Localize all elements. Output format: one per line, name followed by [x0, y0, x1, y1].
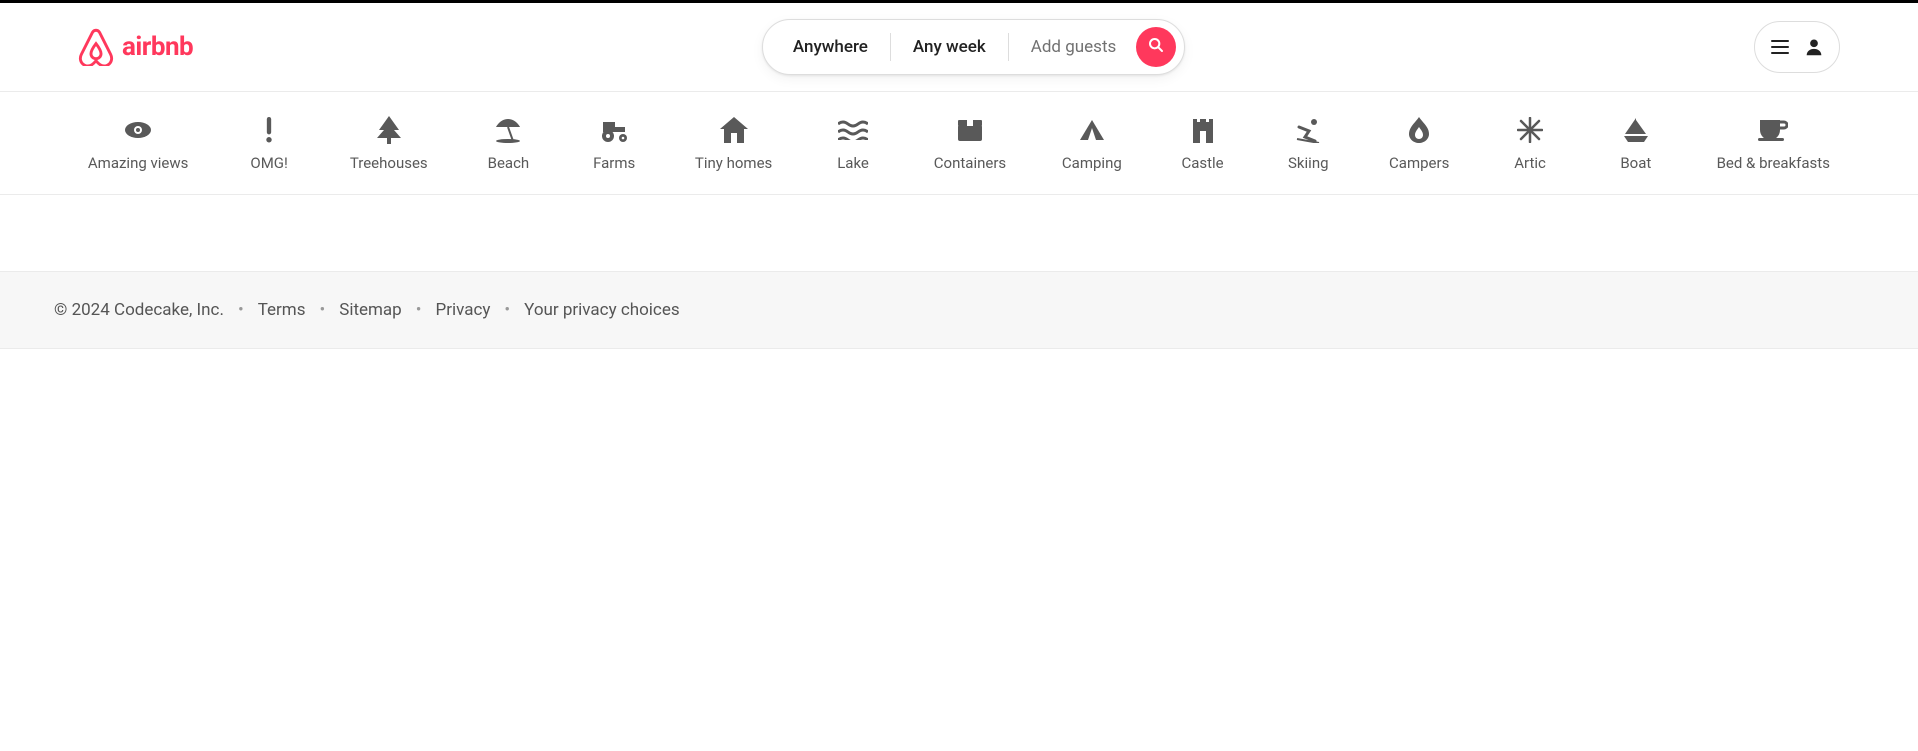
umbrella-icon: [494, 116, 522, 144]
castle-icon: [1191, 116, 1215, 144]
house-icon: [720, 116, 748, 144]
category-artic[interactable]: Artic: [1495, 112, 1565, 176]
category-label: Skiing: [1288, 154, 1329, 172]
category-farms[interactable]: Farms: [579, 112, 649, 176]
category-treehouses[interactable]: Treehouses: [340, 112, 438, 176]
category-skiing[interactable]: Skiing: [1273, 112, 1343, 176]
category-label: Camping: [1062, 154, 1122, 172]
search-who[interactable]: Add guests: [1009, 37, 1131, 57]
eye-icon: [123, 116, 153, 144]
category-label: Lake: [837, 154, 869, 172]
tent-icon: [1078, 116, 1106, 144]
user-menu[interactable]: [1754, 21, 1840, 73]
category-label: Beach: [488, 154, 530, 172]
snowflake-icon: [1517, 116, 1543, 144]
footer-link-privacy[interactable]: Privacy: [435, 300, 490, 320]
water-icon: [838, 116, 868, 144]
skiing-icon: [1295, 116, 1321, 144]
category-containers[interactable]: Containers: [924, 112, 1016, 176]
category-camping[interactable]: Camping: [1052, 112, 1132, 176]
exclamation-icon: [264, 116, 274, 144]
category-label: Farms: [593, 154, 635, 172]
search-bar: Anywhere Any week Add guests: [762, 19, 1185, 75]
hamburger-icon: [1771, 39, 1789, 55]
header: airbnb Anywhere Any week Add guests: [0, 3, 1918, 92]
search-when[interactable]: Any week: [891, 37, 1008, 57]
tree-icon: [377, 116, 401, 144]
category-bed-breakfasts[interactable]: Bed & breakfasts: [1707, 112, 1840, 176]
brand-logo[interactable]: airbnb: [78, 28, 193, 66]
category-label: Bed & breakfasts: [1717, 154, 1830, 172]
category-tiny-homes[interactable]: Tiny homes: [685, 112, 782, 176]
search-button[interactable]: [1136, 27, 1176, 67]
footer-link-sitemap[interactable]: Sitemap: [339, 300, 402, 320]
footer-separator: •: [504, 300, 510, 320]
category-label: Tiny homes: [695, 154, 772, 172]
footer: © 2024 Codecake, Inc. • Terms • Sitemap …: [0, 271, 1918, 349]
footer-separator: •: [238, 300, 244, 320]
category-label: Campers: [1389, 154, 1449, 172]
user-icon: [1803, 36, 1825, 58]
category-label: Containers: [934, 154, 1006, 172]
content-area: [0, 195, 1918, 271]
category-campers[interactable]: Campers: [1379, 112, 1459, 176]
category-label: OMG!: [250, 154, 288, 172]
search-where[interactable]: Anywhere: [771, 37, 890, 57]
category-beach[interactable]: Beach: [473, 112, 543, 176]
category-castle[interactable]: Castle: [1168, 112, 1238, 176]
category-amazing-views[interactable]: Amazing views: [78, 112, 199, 176]
footer-link-terms[interactable]: Terms: [258, 300, 306, 320]
category-label: Treehouses: [350, 154, 428, 172]
tractor-icon: [599, 116, 629, 144]
footer-link-privacy-choices[interactable]: Your privacy choices: [524, 300, 679, 320]
footer-separator: •: [416, 300, 422, 320]
category-label: Artic: [1514, 154, 1546, 172]
sailboat-icon: [1623, 116, 1649, 144]
category-label: Boat: [1620, 154, 1651, 172]
search-icon: [1148, 37, 1164, 57]
box-icon: [957, 116, 983, 144]
category-omg[interactable]: OMG!: [234, 112, 304, 176]
airbnb-logo-icon: [78, 28, 114, 66]
category-boat[interactable]: Boat: [1601, 112, 1671, 176]
footer-copyright: © 2024 Codecake, Inc.: [54, 300, 224, 320]
cup-icon: [1758, 116, 1788, 144]
category-lake[interactable]: Lake: [818, 112, 888, 176]
brand-name: airbnb: [122, 32, 193, 62]
category-nav: Amazing views OMG! Treehouses Beach Farm…: [0, 92, 1918, 195]
category-label: Amazing views: [88, 154, 189, 172]
footer-separator: •: [319, 300, 325, 320]
category-label: Castle: [1181, 154, 1223, 172]
fire-icon: [1407, 116, 1431, 144]
